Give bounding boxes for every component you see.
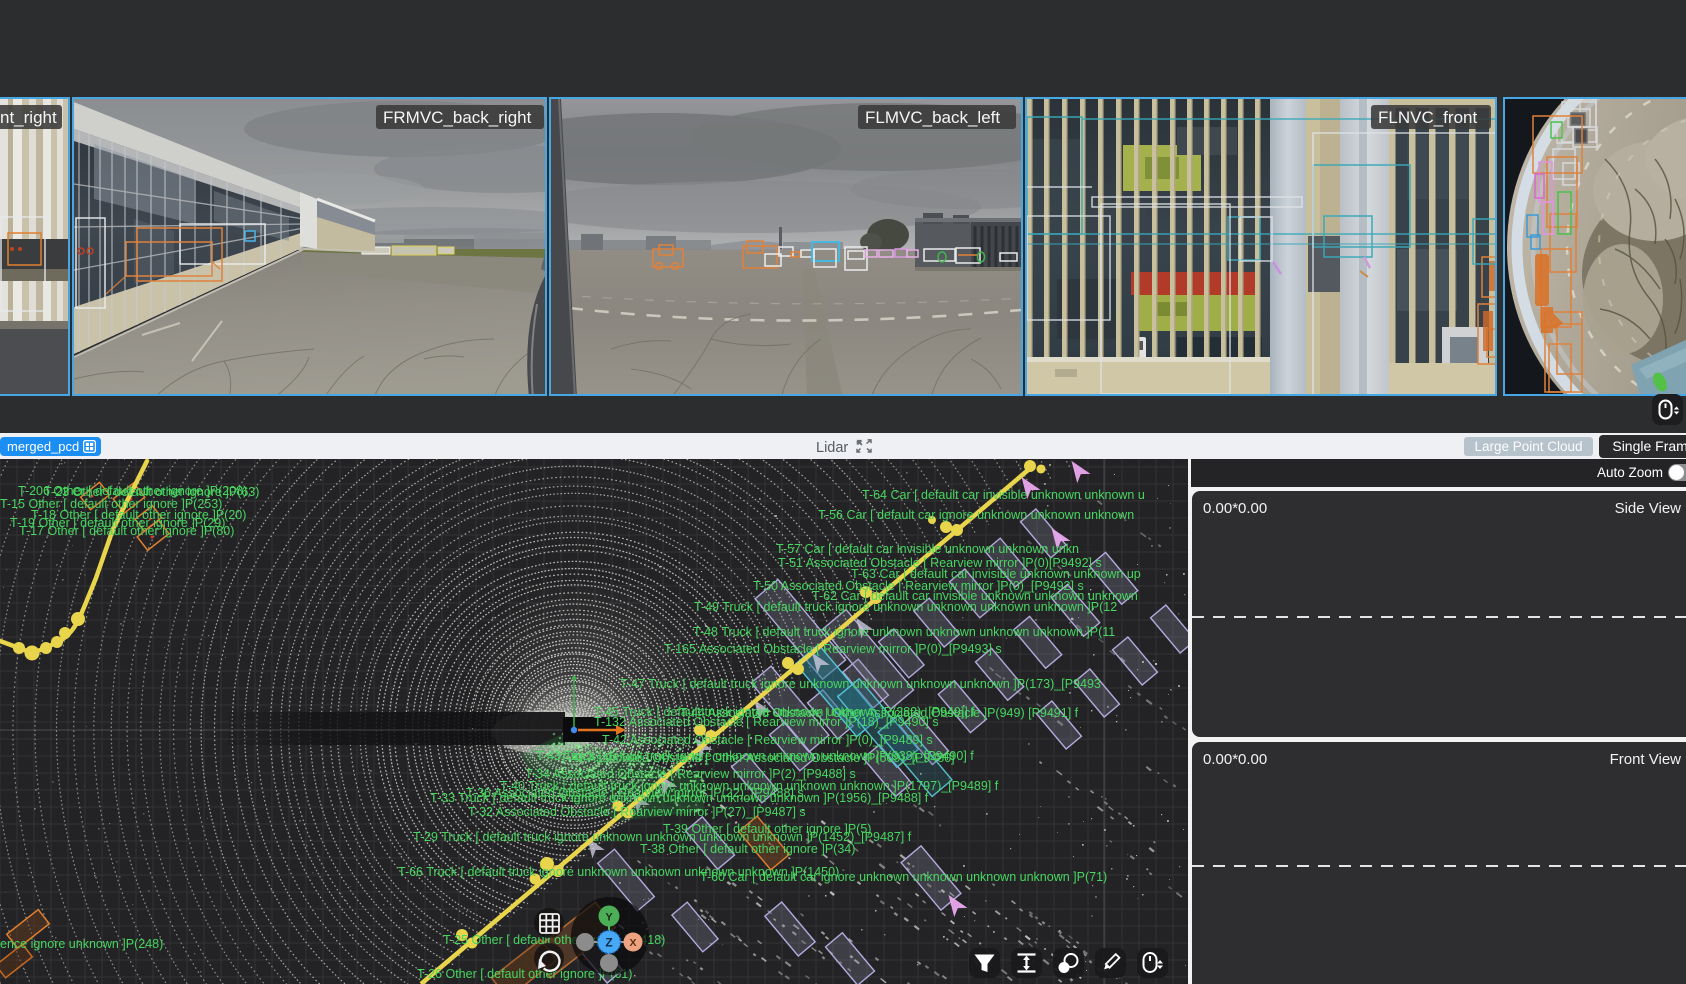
svg-text:T-60 Car [ default car ignore: T-60 Car [ default car ignore unknown un… [700,870,1107,884]
svg-text:T-33 Truck [ default truck ign: T-33 Truck [ default truck ignore unknow… [430,791,929,805]
svg-text:FLMVC_back_left: FLMVC_back_left [865,108,1000,127]
svg-text:T-47 Truck [ default truck ign: T-47 Truck [ default truck ignore unknow… [620,677,1101,691]
svg-text:Y: Y [605,912,613,924]
svg-text:T-42 Associated Obstacle [ Rea: T-42 Associated Obstacle [ Rearview mirr… [602,733,933,747]
svg-text:T-57 Car [ default car invisib: T-57 Car [ default car invisible unknown… [776,542,1079,556]
svg-text:T-56 Car [ default car ignore: T-56 Car [ default car ignore unknown un… [818,508,1134,522]
svg-text:T-32 Associated Obstacle [ Rea: T-32 Associated Obstacle [ Rearview mirr… [468,805,806,819]
svg-text:T-41 Associated Obstacle [ Oth: T-41 Associated Obstacle [ Other Associa… [560,751,955,765]
svg-text:FLNVC_front: FLNVC_front [1378,108,1477,127]
svg-text:FRMVC_back_right: FRMVC_back_right [383,108,532,127]
svg-text:T-17 Other [ default other ign: T-17 Other [ default other ignore ]P(80) [19,524,234,538]
svg-text:X: X [629,937,636,949]
svg-text:ence ignore unknown ]P(248): ence ignore unknown ]P(248) [0,937,163,951]
svg-text:T-64 Car [ default car invisib: T-64 Car [ default car invisible unknown… [862,488,1145,502]
svg-text:T-165 Associated Obstacle [ Re: T-165 Associated Obstacle [ Rearview mir… [664,642,1002,656]
svg-text:T-49 Truck [ default truck ign: T-49 Truck [ default truck ignore unknow… [694,600,1117,614]
svg-text:T-48 Truck [ default truck ign: T-48 Truck [ default truck ignore unknow… [693,625,1115,639]
svg-text:Z: Z [605,936,612,950]
svg-text:nt_right: nt_right [0,108,57,127]
svg-text:T-38 Other [ default other ign: T-38 Other [ default other ignore ]P(34) [640,842,855,856]
svg-text:T-132 Associated Obstacle [ Re: T-132 Associated Obstacle [ Rearview mir… [594,715,939,729]
